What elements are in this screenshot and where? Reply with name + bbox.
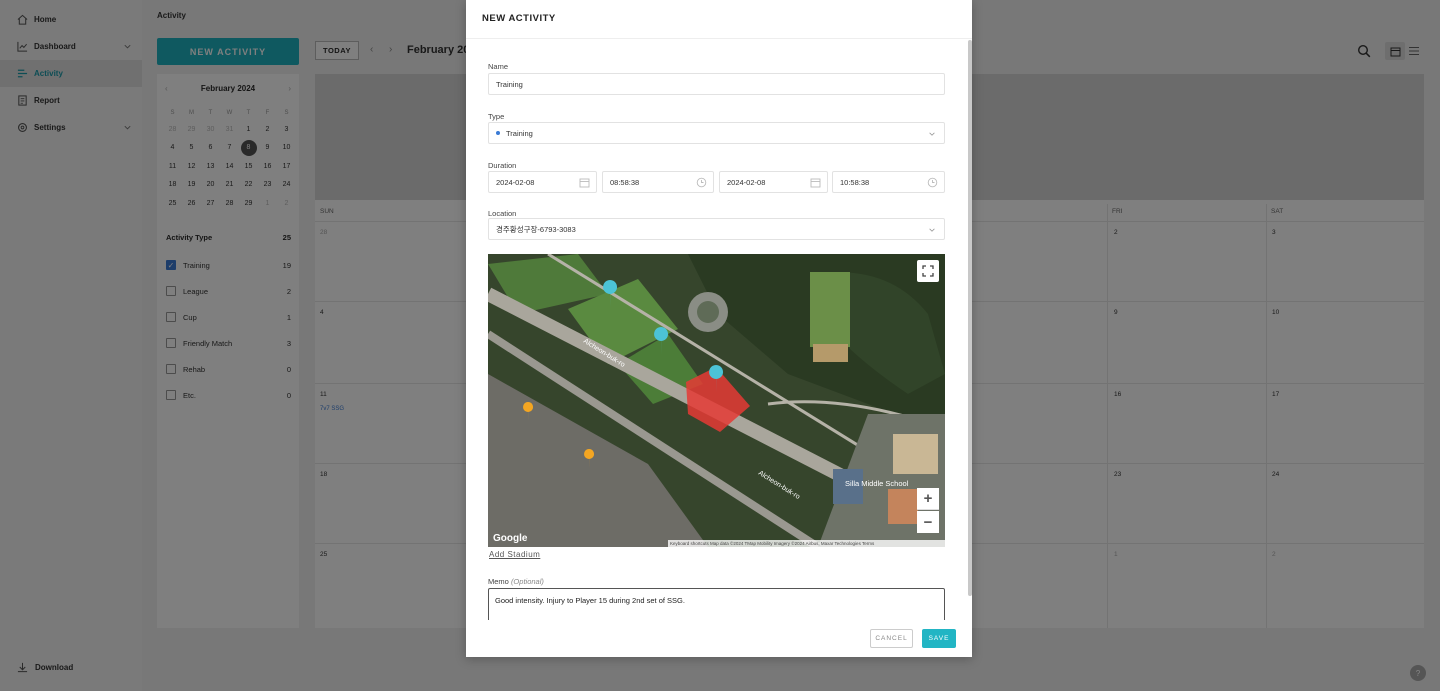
fullscreen-icon xyxy=(922,265,934,277)
memo-label-text: Memo xyxy=(488,577,509,586)
modal-scrollbar[interactable] xyxy=(968,40,972,596)
calendar-icon xyxy=(579,178,590,188)
stadium-map[interactable]: Alcheon-buk-ro Alcheon-buk-ro Silla Midd… xyxy=(488,254,945,547)
type-color-dot xyxy=(496,131,500,135)
location-select[interactable]: 경주황성구장-6793-3083 xyxy=(488,218,945,240)
name-value: Training xyxy=(496,79,523,89)
map-zoom-in-button[interactable]: + xyxy=(917,488,939,510)
memo-optional-text: (Optional) xyxy=(510,577,544,586)
clock-icon xyxy=(927,177,938,188)
chevron-down-icon xyxy=(929,132,935,136)
end-date-input[interactable]: 2024-02-08 xyxy=(719,171,828,193)
map-attribution[interactable]: Keyboard shortcuts Map data ©2024 TMap M… xyxy=(668,540,945,547)
name-label: Name xyxy=(488,62,509,71)
name-input[interactable]: Training xyxy=(488,73,945,95)
satellite-imagery: Alcheon-buk-ro Alcheon-buk-ro Silla Midd… xyxy=(488,254,945,547)
end-date-value: 2024-02-08 xyxy=(727,177,766,187)
cancel-button[interactable]: CANCEL xyxy=(870,629,913,648)
divider xyxy=(466,38,972,39)
modal-title: NEW ACTIVITY xyxy=(482,13,556,24)
type-select[interactable]: Training xyxy=(488,122,945,144)
clock-icon xyxy=(696,177,707,188)
location-value: 경주황성구장-6793-3083 xyxy=(496,224,576,234)
type-value: Training xyxy=(506,128,533,138)
memo-label: Memo (Optional) xyxy=(488,577,544,586)
end-time-input[interactable]: 10:58:38 xyxy=(832,171,945,193)
type-label: Type xyxy=(488,112,505,121)
start-time-value: 08:58:38 xyxy=(610,177,640,187)
start-date-input[interactable]: 2024-02-08 xyxy=(488,171,597,193)
map-zoom-out-button[interactable]: − xyxy=(917,511,939,533)
save-button[interactable]: SAVE xyxy=(922,629,956,648)
calendar-icon xyxy=(810,178,821,188)
end-time-value: 10:58:38 xyxy=(840,177,870,187)
chevron-down-icon xyxy=(929,228,935,232)
help-button[interactable]: ? xyxy=(1410,665,1426,681)
location-label: Location xyxy=(488,209,517,218)
start-date-value: 2024-02-08 xyxy=(496,177,535,187)
map-school-label: Silla Middle School xyxy=(845,479,909,488)
duration-label: Duration xyxy=(488,161,517,170)
start-time-input[interactable]: 08:58:38 xyxy=(602,171,714,193)
memo-value: Good intensity. Injury to Player 15 duri… xyxy=(495,596,685,605)
map-fullscreen-button[interactable] xyxy=(917,260,939,282)
add-stadium-link[interactable]: Add Stadium xyxy=(489,550,540,559)
google-logo: Google xyxy=(493,533,528,544)
